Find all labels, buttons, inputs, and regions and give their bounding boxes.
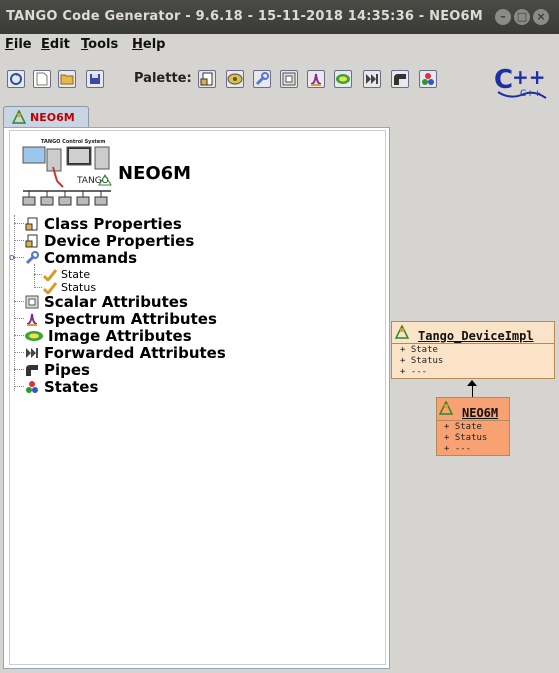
tree-node-scalar-attributes[interactable]: Scalar Attributes xyxy=(14,293,188,311)
uml-attr: + Status xyxy=(400,356,444,366)
tree-root-label[interactable]: NEO6M xyxy=(118,163,191,184)
menu-file[interactable]: File xyxy=(5,37,32,52)
minimize-button[interactable]: – xyxy=(495,9,511,25)
tree-node-pipes[interactable]: Pipes xyxy=(14,361,90,379)
menu-tools[interactable]: Tools xyxy=(81,37,118,52)
tab-neo6m[interactable]: NEO6M xyxy=(3,106,89,128)
svg-text:++: ++ xyxy=(512,65,546,89)
inheritance-line xyxy=(472,384,473,397)
svg-text:C: C xyxy=(494,65,513,95)
close-button[interactable]: × xyxy=(533,9,549,25)
uml-attr: + --- xyxy=(444,444,472,454)
tree-node-forwarded-attributes[interactable]: Forwarded Attributes xyxy=(14,344,226,362)
tango-class-icon xyxy=(394,324,410,343)
uml-parent-class[interactable]: Tango_DeviceImpl + State + Status + --- xyxy=(391,321,555,379)
command-icon[interactable] xyxy=(253,70,271,88)
menu-edit[interactable]: Edit xyxy=(41,37,70,52)
tree-node-commands[interactable]: o Commands xyxy=(9,249,137,267)
tree-node-spectrum-attributes[interactable]: Spectrum Attributes xyxy=(14,310,217,328)
device-property-icon[interactable] xyxy=(226,70,244,88)
spectrum-attribute-icon[interactable] xyxy=(307,70,325,88)
menu-help[interactable]: Help xyxy=(132,37,165,52)
tango-class-icon xyxy=(438,400,454,419)
toolbar: Palette: C ++ C++ xyxy=(0,56,559,102)
window-title: TANGO Code Generator - 9.6.18 - 15-11-20… xyxy=(6,9,483,24)
cpp-language-logo: C ++ C++ xyxy=(492,64,550,102)
uml-separator xyxy=(437,420,509,421)
uml-attr: + --- xyxy=(400,367,428,377)
tree-node-states[interactable]: States xyxy=(14,378,98,396)
class-tree-panel: TANGO Control System TANGO NEO6M Class P… xyxy=(3,127,390,669)
image-attribute-icon[interactable] xyxy=(334,70,352,88)
svg-text:C++: C++ xyxy=(520,89,541,99)
tango-system-logo: TANGO Control System TANGO xyxy=(19,137,115,209)
uml-child-class[interactable]: NEO6M + State + Status + --- xyxy=(436,397,510,456)
save-icon[interactable] xyxy=(86,70,104,88)
scalar-attribute-icon xyxy=(24,294,40,310)
reload-icon[interactable] xyxy=(7,70,25,88)
tree-node-image-attributes[interactable]: Image Attributes xyxy=(14,327,192,345)
forwarded-attribute-icon xyxy=(24,345,40,361)
uml-attr: + State xyxy=(444,422,482,432)
class-property-icon xyxy=(24,216,40,232)
uml-separator xyxy=(392,343,554,344)
forwarded-attribute-icon[interactable] xyxy=(363,70,381,88)
maximize-button[interactable]: □ xyxy=(514,9,530,25)
palette-label: Palette: xyxy=(134,71,192,86)
uml-attr: + State xyxy=(400,345,438,355)
title-bar: TANGO Code Generator - 9.6.18 - 15-11-20… xyxy=(0,0,559,34)
image-attribute-icon xyxy=(24,328,44,344)
uml-child-title: NEO6M xyxy=(462,406,499,420)
tree-node-class-properties[interactable]: Class Properties xyxy=(14,215,182,233)
uml-parent-title: Tango_DeviceImpl xyxy=(418,329,534,343)
spectrum-attribute-icon xyxy=(24,311,40,327)
menu-bar: File Edit Tools Help xyxy=(0,34,559,54)
states-icon xyxy=(24,379,40,395)
class-property-icon[interactable] xyxy=(198,70,216,88)
scalar-attribute-icon[interactable] xyxy=(280,70,298,88)
tab-label: NEO6M xyxy=(30,111,75,124)
command-icon xyxy=(24,250,40,266)
device-property-icon xyxy=(24,233,40,249)
open-folder-icon[interactable] xyxy=(58,70,76,88)
tango-class-icon xyxy=(11,109,27,127)
states-icon[interactable] xyxy=(419,70,437,88)
tree-node-device-properties[interactable]: Device Properties xyxy=(14,232,194,250)
tree-scroll-area: TANGO Control System TANGO NEO6M Class P… xyxy=(9,130,386,665)
pipe-icon[interactable] xyxy=(391,70,409,88)
uml-attr: + Status xyxy=(444,433,488,443)
pipe-icon xyxy=(24,362,40,378)
svg-text:TANGO Control System: TANGO Control System xyxy=(41,139,105,145)
new-file-icon[interactable] xyxy=(33,70,51,88)
